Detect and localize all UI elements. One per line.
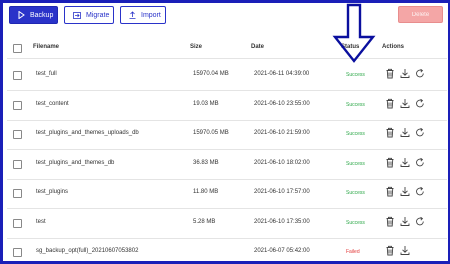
download-icon[interactable] xyxy=(400,245,410,256)
row-checkbox[interactable] xyxy=(13,189,22,198)
backup-filename: test_full xyxy=(36,71,57,77)
row-checkbox[interactable] xyxy=(13,159,22,169)
backup-status: Success xyxy=(346,72,365,78)
backup-date: 2021-06-10 17:57:00 xyxy=(254,189,310,195)
backup-filename: test xyxy=(36,218,46,225)
backup-size: 15970.05 MB xyxy=(193,130,229,136)
header-size: Size xyxy=(190,44,203,50)
header-actions: Actions xyxy=(382,44,405,50)
row-checkbox[interactable] xyxy=(13,71,22,80)
backup-size: 19.03 MB xyxy=(193,100,219,107)
header-divider xyxy=(7,58,447,59)
backup-status: Success xyxy=(346,131,365,137)
backup-filename: test_plugins_and_themes_uploads_db xyxy=(36,130,139,136)
download-icon[interactable] xyxy=(400,216,410,227)
backup-date: 2021-06-07 05:42:00 xyxy=(254,248,310,254)
backup-row: test_plugins_and_themes_db 36.83 MB 2021-0… xyxy=(3,150,450,179)
backup-date: 2021-06-10 21:59:00 xyxy=(254,130,310,136)
backup-filename: sg_backup_opt(full)_20210607053802 xyxy=(36,248,139,254)
backup-size: 36.83 MB xyxy=(193,159,219,166)
backup-filename: test_plugins xyxy=(36,189,69,195)
download-icon[interactable] xyxy=(400,127,410,138)
restore-icon[interactable] xyxy=(415,127,425,138)
trash-icon[interactable] xyxy=(385,186,395,197)
backup-filename: test_plugins_and_themes_db xyxy=(36,159,115,166)
backup-status: Success xyxy=(346,219,365,226)
backup-button[interactable]: Backup xyxy=(9,6,58,24)
backup-row: sg_backup_opt(full)_20210607053802 2021-0… xyxy=(3,238,450,264)
backup-date: 2021-06-10 18:02:00 xyxy=(254,159,310,166)
download-icon[interactable] xyxy=(400,98,410,109)
restore-icon[interactable] xyxy=(415,98,425,109)
backup-manager-panel: Backup Migrate Import Delete Filename Si… xyxy=(0,0,450,264)
header-filename: Filename xyxy=(33,44,60,50)
backup-size: 11.80 MB xyxy=(193,189,219,195)
backup-status: Success xyxy=(346,190,365,196)
row-checkbox[interactable] xyxy=(13,248,22,257)
delete-button-label: Delete xyxy=(411,11,430,18)
backup-row: test_content 19.03 MB 2021-06-10 23:55:00 S… xyxy=(3,91,450,120)
import-button[interactable]: Import xyxy=(120,6,166,24)
migrate-button-label: Migrate xyxy=(86,11,110,19)
restore-icon[interactable] xyxy=(415,186,425,197)
download-icon[interactable] xyxy=(400,157,410,168)
backup-row: test_plugins 11.80 MB 2021-06-10 17:57:00 S… xyxy=(3,179,450,208)
upload-icon xyxy=(129,11,136,19)
trash-icon[interactable] xyxy=(385,157,395,168)
backup-status: Success xyxy=(346,160,365,167)
backup-button-label: Backup xyxy=(30,11,54,19)
migrate-icon xyxy=(73,11,81,19)
backup-size: 15970.04 MB xyxy=(193,71,229,77)
select-all-checkbox[interactable] xyxy=(13,44,22,53)
play-icon xyxy=(18,11,25,19)
download-icon[interactable] xyxy=(400,68,410,79)
backup-row: test 5.28 MB 2021-06-10 17:35:00 Success xyxy=(3,209,450,238)
trash-icon[interactable] xyxy=(385,245,395,256)
row-checkbox[interactable] xyxy=(13,100,22,110)
trash-icon[interactable] xyxy=(385,216,395,227)
trash-icon[interactable] xyxy=(385,127,395,138)
restore-icon[interactable] xyxy=(415,157,425,168)
header-status: Status xyxy=(341,44,360,50)
backup-status: Success xyxy=(346,101,365,108)
row-checkbox[interactable] xyxy=(13,130,22,139)
row-checkbox[interactable] xyxy=(13,218,22,228)
backup-row: test_full 15970.04 MB 2021-06-11 04:39:00 S… xyxy=(3,61,450,90)
restore-icon[interactable] xyxy=(415,68,425,79)
backup-date: 2021-06-10 23:55:00 xyxy=(254,100,310,107)
backup-row: test_plugins_and_themes_uploads_db 15970.… xyxy=(3,120,450,149)
download-icon[interactable] xyxy=(400,186,410,197)
header-date: Date xyxy=(251,44,265,50)
backup-status: Failed xyxy=(346,249,360,255)
trash-icon[interactable] xyxy=(385,98,395,109)
backup-date: 2021-06-11 04:39:00 xyxy=(254,71,310,77)
import-button-label: Import xyxy=(141,11,161,19)
delete-button[interactable]: Delete xyxy=(398,6,443,23)
backup-date: 2021-06-10 17:35:00 xyxy=(254,218,310,225)
migrate-button[interactable]: Migrate xyxy=(64,6,114,24)
trash-icon[interactable] xyxy=(385,68,395,79)
backup-filename: test_content xyxy=(36,100,69,107)
backup-size: 5.28 MB xyxy=(193,218,216,225)
restore-icon[interactable] xyxy=(415,216,425,227)
table-header: Filename Size Date Status Actions xyxy=(3,42,450,56)
